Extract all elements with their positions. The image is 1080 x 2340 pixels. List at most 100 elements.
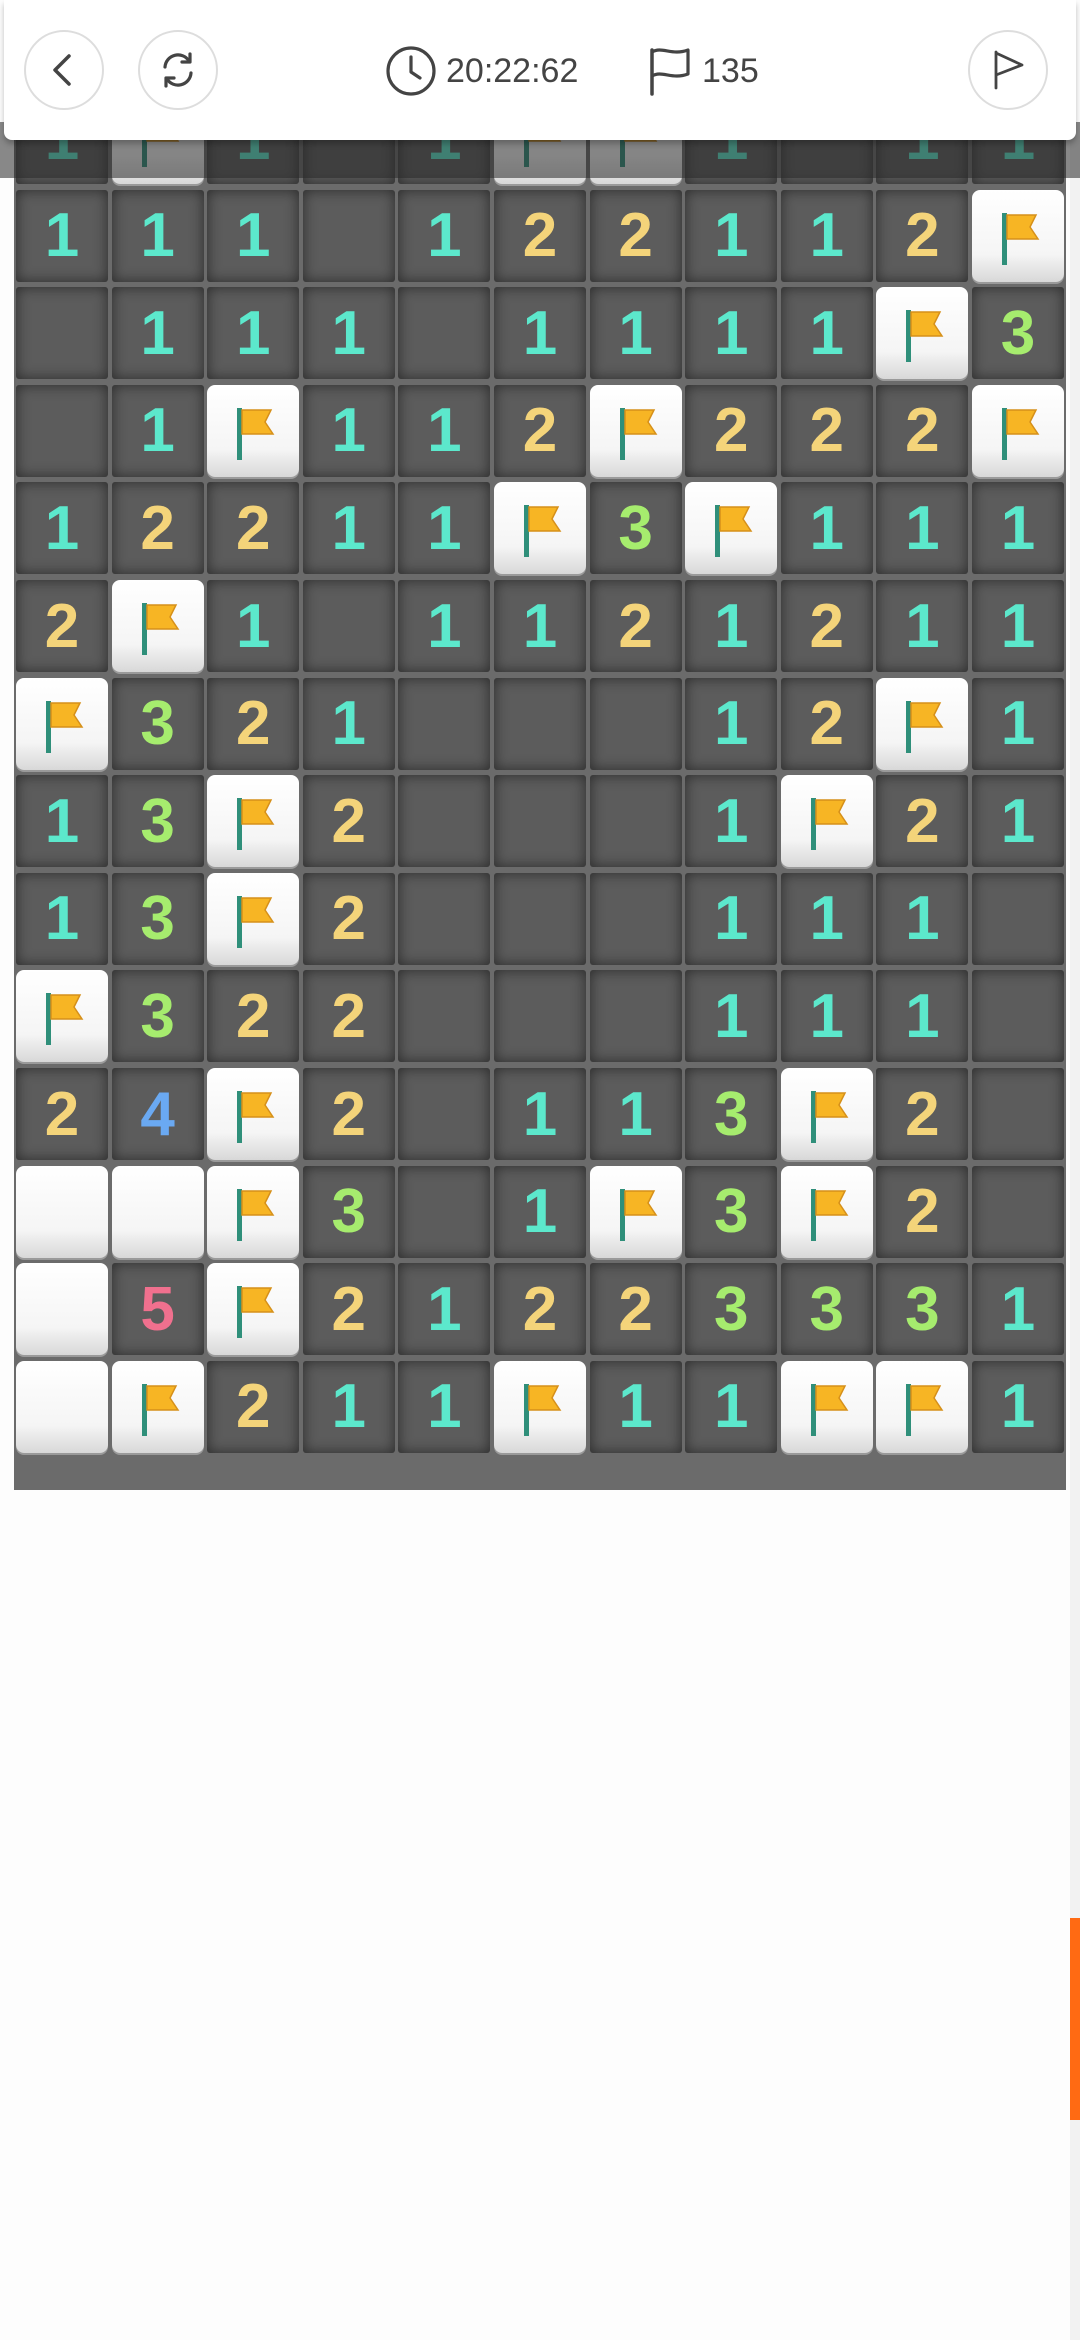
number-cell[interactable]: 1 [494,287,586,380]
number-cell[interactable]: 2 [16,1068,108,1160]
number-cell[interactable]: 3 [972,287,1064,380]
number-cell[interactable]: 1 [16,775,108,868]
number-cell[interactable]: 1 [398,580,491,672]
number-cell[interactable]: 2 [876,384,969,477]
flagged-cell[interactable] [111,1360,204,1453]
number-cell[interactable]: 1 [589,1360,682,1453]
number-cell[interactable]: 1 [972,1263,1064,1356]
number-cell[interactable]: 1 [589,287,682,380]
number-cell[interactable]: 1 [302,384,395,477]
number-cell[interactable]: 1 [780,189,873,282]
number-cell[interactable]: 2 [494,384,586,477]
number-cell[interactable]: 2 [494,1263,586,1356]
number-cell[interactable]: 2 [780,677,873,770]
number-cell[interactable]: 1 [494,1165,586,1258]
empty-cell[interactable] [16,384,108,477]
number-cell[interactable]: 2 [876,1068,969,1160]
number-cell[interactable]: 2 [207,482,300,575]
flagged-cell[interactable] [972,384,1064,477]
number-cell[interactable]: 1 [589,1068,682,1160]
number-cell[interactable]: 2 [589,189,682,282]
empty-cell[interactable] [16,287,108,380]
flagged-cell[interactable] [207,775,300,868]
number-cell[interactable]: 3 [302,1165,395,1258]
back-button[interactable] [24,30,104,110]
flagged-cell[interactable] [780,1165,873,1258]
number-cell[interactable]: 4 [111,1068,204,1160]
empty-cell[interactable] [398,970,491,1063]
number-cell[interactable]: 2 [207,1360,300,1453]
number-cell[interactable]: 1 [876,482,969,575]
empty-cell[interactable] [398,677,491,770]
empty-cell[interactable] [494,775,586,868]
number-cell[interactable]: 3 [111,775,204,868]
number-cell[interactable]: 1 [494,1068,586,1160]
flag-mode-button[interactable] [968,30,1048,110]
flagged-cell[interactable] [111,580,204,672]
restart-button[interactable] [138,30,218,110]
number-cell[interactable]: 2 [589,580,682,672]
flagged-cell[interactable] [780,1360,873,1453]
number-cell[interactable]: 1 [972,580,1064,672]
number-cell[interactable]: 2 [876,189,969,282]
covered-cell[interactable] [16,1165,108,1258]
number-cell[interactable]: 1 [207,189,300,282]
number-cell[interactable]: 2 [494,189,586,282]
number-cell[interactable]: 1 [207,287,300,380]
empty-cell[interactable] [494,970,586,1063]
number-cell[interactable]: 1 [685,775,778,868]
number-cell[interactable]: 1 [398,482,491,575]
number-cell[interactable]: 1 [780,970,873,1063]
number-cell[interactable]: 2 [302,1068,395,1160]
number-cell[interactable]: 2 [302,775,395,868]
flagged-cell[interactable] [876,1360,969,1453]
empty-cell[interactable] [398,1165,491,1258]
number-cell[interactable]: 1 [302,677,395,770]
number-cell[interactable]: 3 [685,1263,778,1356]
empty-cell[interactable] [589,872,682,965]
number-cell[interactable]: 5 [111,1263,204,1356]
covered-cell[interactable] [16,1263,108,1356]
number-cell[interactable]: 1 [685,189,778,282]
number-cell[interactable]: 1 [685,287,778,380]
number-cell[interactable]: 1 [302,482,395,575]
number-cell[interactable]: 2 [685,384,778,477]
number-cell[interactable]: 1 [780,482,873,575]
number-cell[interactable]: 1 [685,872,778,965]
number-cell[interactable]: 3 [780,1263,873,1356]
flagged-cell[interactable] [16,677,108,770]
empty-cell[interactable] [398,872,491,965]
number-cell[interactable]: 1 [302,1360,395,1453]
flagged-cell[interactable] [207,1263,300,1356]
number-cell[interactable]: 1 [398,384,491,477]
empty-cell[interactable] [302,580,395,672]
number-cell[interactable]: 2 [780,384,873,477]
flagged-cell[interactable] [589,1165,682,1258]
empty-cell[interactable] [972,872,1064,965]
flagged-cell[interactable] [494,1360,586,1453]
number-cell[interactable]: 1 [398,1360,491,1453]
number-cell[interactable]: 1 [207,580,300,672]
flagged-cell[interactable] [876,677,969,770]
number-cell[interactable]: 2 [589,1263,682,1356]
number-cell[interactable]: 1 [16,189,108,282]
number-cell[interactable]: 1 [972,1360,1064,1453]
number-cell[interactable]: 1 [972,677,1064,770]
flagged-cell[interactable] [972,189,1064,282]
flagged-cell[interactable] [494,482,586,575]
empty-cell[interactable] [972,1165,1064,1258]
empty-cell[interactable] [398,287,491,380]
number-cell[interactable]: 1 [398,189,491,282]
number-cell[interactable]: 1 [16,482,108,575]
number-cell[interactable]: 3 [589,482,682,575]
number-cell[interactable]: 3 [111,970,204,1063]
number-cell[interactable]: 2 [207,970,300,1063]
number-cell[interactable]: 3 [111,872,204,965]
scrollbar-thumb[interactable] [1070,1918,1080,2120]
flagged-cell[interactable] [207,1068,300,1160]
number-cell[interactable]: 2 [16,580,108,672]
number-cell[interactable]: 2 [302,970,395,1063]
number-cell[interactable]: 1 [972,775,1064,868]
number-cell[interactable]: 2 [876,775,969,868]
number-cell[interactable]: 1 [876,872,969,965]
